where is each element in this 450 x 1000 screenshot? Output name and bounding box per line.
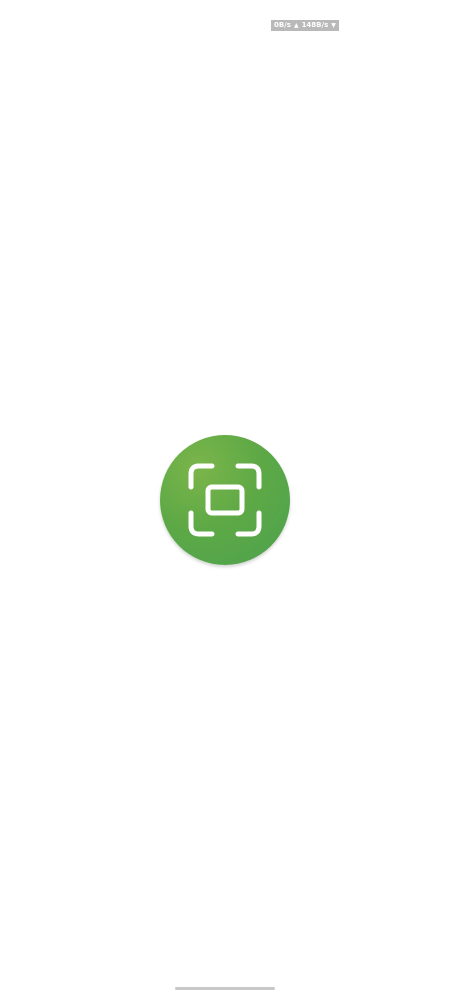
scan-frame-icon bbox=[188, 463, 262, 537]
home-indicator-bar[interactable] bbox=[175, 987, 275, 990]
download-arrow-icon: ▼ bbox=[331, 22, 336, 29]
upload-speed: 0B/s bbox=[274, 21, 291, 29]
app-logo bbox=[160, 435, 290, 565]
network-speed-indicator: 0B/s ▲ 148B/s ▼ bbox=[271, 20, 339, 31]
upload-arrow-icon: ▲ bbox=[293, 22, 299, 29]
download-speed: 148B/s bbox=[301, 21, 329, 29]
splash-screen: 0B/s ▲ 148B/s ▼ bbox=[0, 0, 450, 1000]
